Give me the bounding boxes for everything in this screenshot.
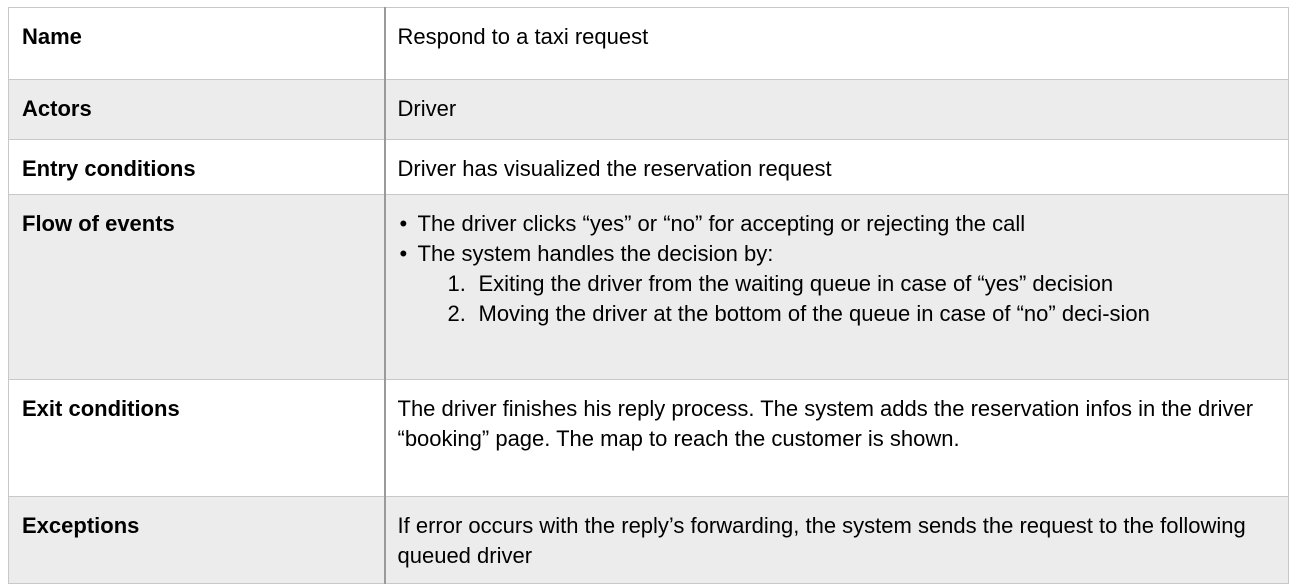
use-case-table: Name Respond to a taxi request Actors Dr… (8, 7, 1289, 584)
row-label-exit-conditions: Exit conditions (8, 379, 386, 497)
row-value-entry-conditions: Driver has visualized the reservation re… (384, 139, 1289, 195)
flow-bullet-text: The system handles the decision by: (417, 241, 774, 266)
bullet-glyph: • (399, 241, 408, 266)
flow-bullet-item: • The driver clicks “yes” or “no” for ac… (398, 209, 1277, 239)
flow-step-number: 1. (447, 271, 466, 296)
row-label-actors: Actors (8, 79, 386, 140)
flow-bullet-list: • The driver clicks “yes” or “no” for ac… (398, 209, 1277, 269)
row-label-flow-of-events: Flow of events (8, 194, 386, 380)
flow-step-number: 2. (447, 301, 466, 326)
row-actors: Actors Driver (8, 79, 1289, 140)
row-value-name: Respond to a taxi request (384, 7, 1289, 80)
row-value-flow-of-events: • The driver clicks “yes” or “no” for ac… (384, 194, 1289, 380)
flow-bullet-item: • The system handles the decision by: (398, 239, 1277, 269)
row-label-name: Name (8, 7, 386, 80)
row-exceptions: Exceptions If error occurs with the repl… (8, 496, 1289, 584)
row-label-entry-conditions: Entry conditions (8, 139, 386, 195)
row-value-exceptions: If error occurs with the reply’s forward… (384, 496, 1289, 584)
row-exit-conditions: Exit conditions The driver finishes his … (8, 379, 1289, 497)
flow-step-item: 1. Exiting the driver from the waiting q… (398, 269, 1277, 299)
flow-step-list: 1. Exiting the driver from the waiting q… (398, 269, 1277, 329)
row-name: Name Respond to a taxi request (8, 7, 1289, 80)
row-value-exit-conditions: The driver finishes his reply process. T… (384, 379, 1289, 497)
row-entry-conditions: Entry conditions Driver has visualized t… (8, 139, 1289, 195)
flow-bullet-text: The driver clicks “yes” or “no” for acce… (417, 211, 1026, 236)
flow-step-text: Moving the driver at the bottom of the q… (478, 301, 1150, 326)
flow-step-text: Exiting the driver from the waiting queu… (478, 271, 1114, 296)
row-label-exceptions: Exceptions (8, 496, 386, 584)
row-flow-of-events: Flow of events • The driver clicks “yes”… (8, 194, 1289, 380)
bullet-glyph: • (399, 211, 408, 236)
row-value-actors: Driver (384, 79, 1289, 140)
flow-step-item: 2. Moving the driver at the bottom of th… (398, 299, 1277, 329)
